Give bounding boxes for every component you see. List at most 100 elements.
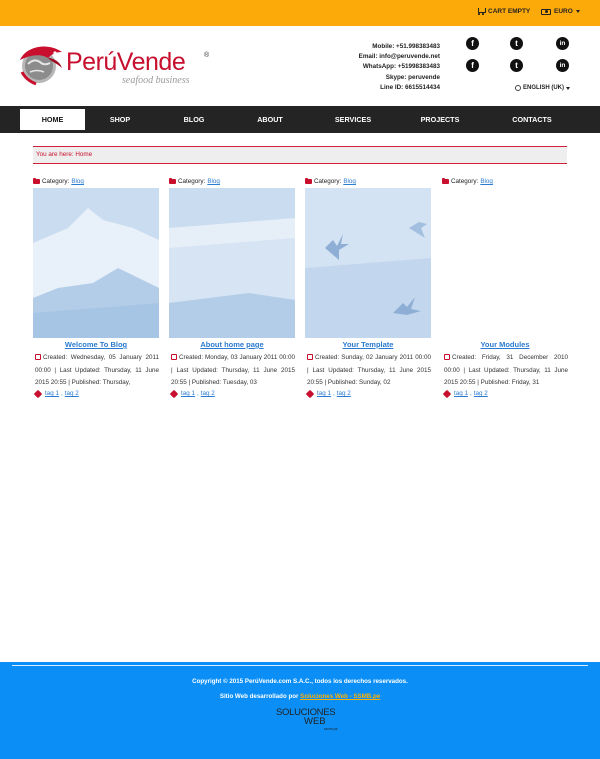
top-bar: CART EMPTY EURO bbox=[0, 0, 600, 26]
language-label: ENGLISH (UK) bbox=[523, 85, 564, 91]
contact-skype: Skype: peruvende bbox=[385, 73, 440, 81]
category-prefix: Category: bbox=[314, 178, 342, 185]
article-category: Category: Blog bbox=[305, 176, 433, 187]
article-tags: tag 1, tag 2 bbox=[442, 389, 488, 398]
globe-icon bbox=[515, 85, 521, 91]
article-title-link[interactable]: About home page bbox=[169, 340, 295, 349]
nav-item-projects[interactable]: PROJECTS bbox=[410, 106, 470, 133]
nav-item-blog[interactable]: BLOG bbox=[170, 106, 218, 133]
tag-link[interactable]: tag 2 bbox=[201, 390, 215, 397]
footer: Copyright © 2015 PerúVende.com S.A.C., t… bbox=[0, 662, 600, 759]
calendar-icon bbox=[171, 354, 177, 360]
article-card: Category: Blog Your Template Created: Su… bbox=[305, 176, 433, 398]
article-title-link[interactable]: Your Template bbox=[305, 340, 431, 349]
article-image[interactable] bbox=[169, 188, 295, 338]
tag-icon bbox=[305, 389, 315, 398]
cart-button[interactable]: CART EMPTY bbox=[476, 8, 530, 15]
currency-label: EURO bbox=[554, 8, 573, 15]
article-meta: Created: Friday, 31 December 2010 00:00 … bbox=[444, 352, 568, 390]
folder-icon bbox=[33, 177, 40, 184]
breadcrumb: You are here: Home bbox=[33, 146, 567, 164]
article-card: Category: Blog Welcome To Blog Created: … bbox=[33, 176, 161, 398]
linkedin-icon[interactable]: in bbox=[556, 37, 569, 50]
nav-item-shop[interactable]: SHOP bbox=[96, 106, 144, 133]
category-link[interactable]: Blog bbox=[71, 176, 84, 187]
tumblr-icon[interactable]: t bbox=[510, 59, 523, 72]
linkedin-icon[interactable]: in bbox=[556, 59, 569, 72]
article-meta-text: Created: Sunday, 02 January 2011 00:00 |… bbox=[307, 354, 431, 386]
social-links: f t in f t in bbox=[466, 37, 576, 77]
calendar-icon bbox=[307, 354, 313, 360]
tag-link[interactable]: tag 2 bbox=[65, 390, 79, 397]
brand-name: PerúVende bbox=[66, 48, 186, 76]
main-nav: HOME SHOP BLOG ABOUT SERVICES PROJECTS C… bbox=[0, 106, 600, 133]
article-meta: Created: Sunday, 02 January 2011 00:00 |… bbox=[307, 352, 431, 390]
tag-link[interactable]: tag 1 bbox=[317, 390, 331, 397]
facebook-icon[interactable]: f bbox=[466, 59, 479, 72]
contact-mobile: Mobile: +51.998383483 bbox=[372, 43, 440, 50]
tag-icon bbox=[169, 389, 179, 398]
article-title-link[interactable]: Welcome To Blog bbox=[33, 340, 159, 349]
brand-tagline: seafood business bbox=[122, 75, 190, 86]
nav-item-home[interactable]: HOME bbox=[20, 109, 85, 130]
tag-link[interactable]: tag 1 bbox=[454, 390, 468, 397]
article-meta: Created: Monday, 03 January 2011 00:00 |… bbox=[171, 352, 295, 390]
contact-line-id: Line ID: 6615514434 bbox=[380, 83, 440, 91]
fish-globe-logo-icon bbox=[20, 46, 62, 86]
language-dropdown[interactable]: ENGLISH (UK) bbox=[515, 85, 570, 91]
article-category: Category: Blog bbox=[442, 176, 570, 187]
tag-icon bbox=[442, 389, 452, 398]
category-link[interactable]: Blog bbox=[207, 176, 220, 187]
copyright-text: Copyright © 2015 PerúVende.com S.A.C., t… bbox=[192, 678, 408, 685]
chevron-down-icon bbox=[566, 86, 570, 90]
calendar-icon bbox=[35, 354, 41, 360]
category-link[interactable]: Blog bbox=[480, 176, 493, 187]
developer-logo[interactable]: SOLUCIONES WEB ssmb.pe bbox=[270, 703, 350, 735]
developer-logo-line2: WEB bbox=[304, 716, 326, 727]
article-meta-text: Created: Monday, 03 January 2011 00:00 |… bbox=[171, 354, 295, 386]
breadcrumb-text: You are here: Home bbox=[36, 151, 93, 158]
category-prefix: Category: bbox=[42, 178, 70, 185]
article-category: Category: Blog bbox=[169, 176, 297, 187]
developer-logo-line3: ssmb.pe bbox=[324, 727, 338, 731]
chevron-down-icon bbox=[575, 10, 580, 13]
tag-link[interactable]: tag 2 bbox=[337, 390, 351, 397]
category-prefix: Category: bbox=[451, 178, 479, 185]
category-link[interactable]: Blog bbox=[343, 176, 356, 187]
article-image[interactable] bbox=[305, 188, 431, 338]
article-meta: Created: Wednesday, 05 January 2011 00:0… bbox=[35, 352, 159, 390]
article-tags: tag 1, tag 2 bbox=[169, 389, 215, 398]
cart-icon bbox=[476, 8, 486, 15]
money-icon bbox=[541, 8, 551, 15]
tag-link[interactable]: tag 1 bbox=[45, 390, 59, 397]
article-meta-text: Created: Friday, 31 December 2010 00:00 … bbox=[444, 354, 568, 386]
article-meta-text: Created: Wednesday, 05 January 2011 00:0… bbox=[35, 354, 159, 386]
nav-item-contacts[interactable]: CONTACTS bbox=[502, 106, 562, 133]
article-title-link[interactable]: Your Modules bbox=[442, 340, 568, 349]
article-card: Category: Blog About home page Created: … bbox=[169, 176, 297, 398]
article-category: Category: Blog bbox=[33, 176, 161, 187]
contact-whatsapp: WhatsApp: +51998383483 bbox=[362, 63, 440, 71]
registered-mark: ® bbox=[204, 52, 210, 59]
currency-dropdown[interactable]: EURO bbox=[541, 8, 580, 15]
tag-link[interactable]: tag 1 bbox=[181, 390, 195, 397]
article-tags: tag 1, tag 2 bbox=[33, 389, 79, 398]
nav-item-about[interactable]: ABOUT bbox=[246, 106, 294, 133]
site-logo[interactable]: PerúVende ® seafood business bbox=[18, 40, 209, 88]
article-card: Category: Blog Your Modules Created: Fri… bbox=[442, 176, 570, 398]
nav-item-services[interactable]: SERVICES bbox=[325, 106, 381, 133]
contact-email: Email: info@peruvende.net bbox=[358, 53, 440, 61]
facebook-icon[interactable]: f bbox=[466, 37, 479, 50]
article-image[interactable] bbox=[33, 188, 159, 338]
tag-icon bbox=[33, 389, 43, 398]
tag-link[interactable]: tag 2 bbox=[474, 390, 488, 397]
folder-icon bbox=[442, 177, 449, 184]
developer-prefix: Sitio Web desarrollado por bbox=[219, 693, 299, 700]
tumblr-icon[interactable]: t bbox=[510, 37, 523, 50]
developer-link[interactable]: Soluciones Web - SSMB.pe bbox=[300, 693, 380, 700]
category-prefix: Category: bbox=[178, 178, 206, 185]
developer-credit: Sitio Web desarrollado por Soluciones We… bbox=[0, 693, 600, 700]
folder-icon bbox=[169, 177, 176, 184]
article-tags: tag 1, tag 2 bbox=[305, 389, 351, 398]
footer-divider bbox=[12, 665, 588, 666]
